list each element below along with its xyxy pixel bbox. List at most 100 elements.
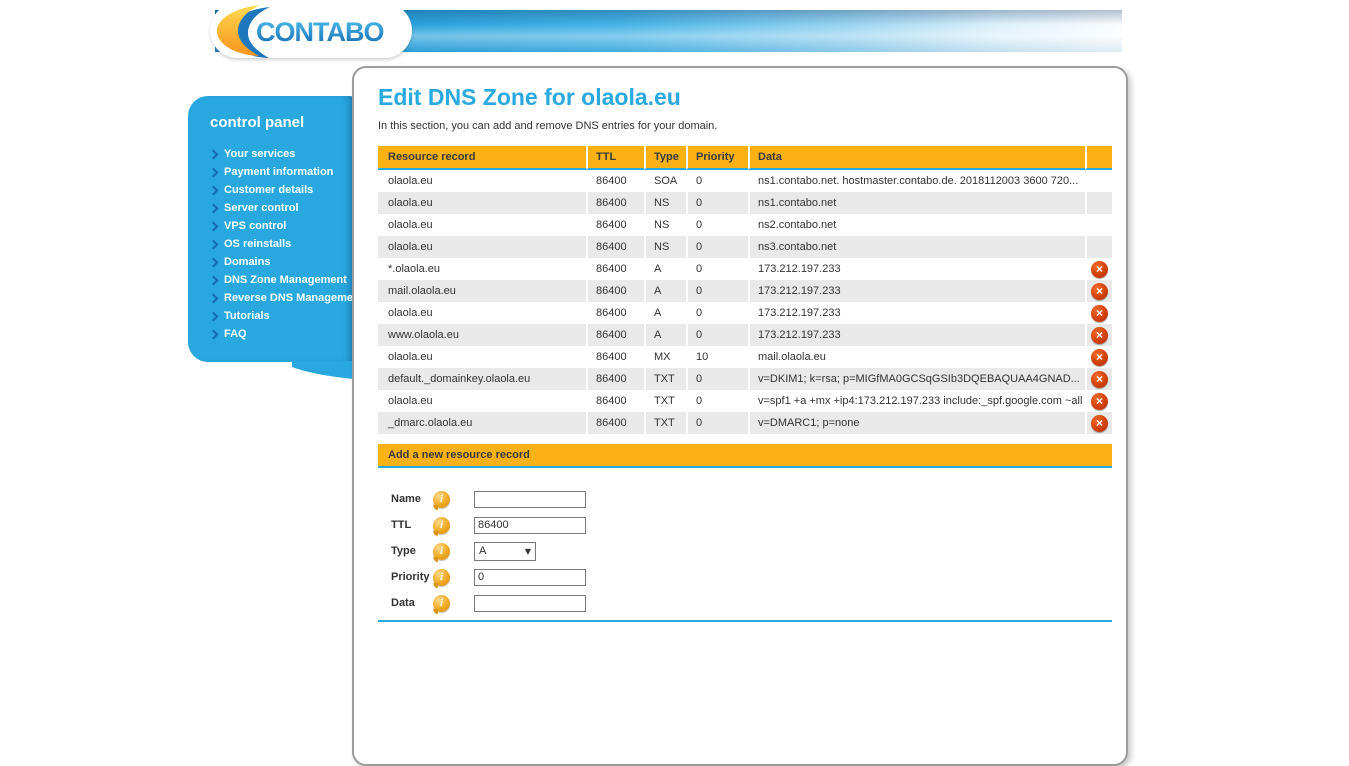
chevron-down-icon: ▼ xyxy=(525,547,531,556)
record-cell: olaola.eu xyxy=(378,346,586,368)
column-header-resource-record: Resource record xyxy=(378,146,586,170)
sidebar-item-payment-information[interactable]: Payment information xyxy=(210,163,354,181)
column-header-data: Data xyxy=(748,146,1085,170)
form-row-ttl: TTL i xyxy=(391,516,1112,534)
record-cell: olaola.eu xyxy=(378,390,586,412)
page-subtitle: In this section, you can add and remove … xyxy=(378,120,1112,132)
ttl-cell: 86400 xyxy=(586,258,644,280)
sidebar-item-label: Reverse DNS Management xyxy=(224,292,363,304)
priority-cell: 0 xyxy=(686,192,748,214)
delete-record-button[interactable]: × xyxy=(1091,371,1108,388)
dns-record-row: olaola.eu 86400 MX 10 mail.olaola.eu × xyxy=(378,346,1112,368)
sidebar-item-tutorials[interactable]: Tutorials xyxy=(210,307,354,325)
sidebar-item-faq[interactable]: FAQ xyxy=(210,325,354,343)
record-cell: olaola.eu xyxy=(378,236,586,258)
type-select[interactable]: A ▼ xyxy=(474,542,536,561)
delete-record-button[interactable]: × xyxy=(1091,349,1108,366)
name-field[interactable] xyxy=(474,491,586,508)
chevron-right-icon xyxy=(209,149,219,159)
sidebar-menu: Your services Payment information Custom… xyxy=(188,145,354,343)
sidebar-item-label: Your services xyxy=(224,148,295,160)
chevron-right-icon xyxy=(209,275,219,285)
add-record-section-header: Add a new resource record xyxy=(378,444,1112,468)
info-icon[interactable]: i xyxy=(433,491,450,508)
data-cell: 173.212.197.233 xyxy=(748,302,1085,324)
sidebar-item-label: FAQ xyxy=(224,328,247,340)
type-label: Type xyxy=(391,545,433,557)
chevron-right-icon xyxy=(209,239,219,249)
dns-record-row: www.olaola.eu 86400 A 0 173.212.197.233 … xyxy=(378,324,1112,346)
data-cell: 173.212.197.233 xyxy=(748,324,1085,346)
data-cell: mail.olaola.eu xyxy=(748,346,1085,368)
actions-cell: × xyxy=(1085,324,1112,346)
delete-record-button[interactable]: × xyxy=(1091,283,1108,300)
type-cell: A xyxy=(644,280,686,302)
form-row-name: Name i xyxy=(391,490,1112,508)
actions-cell xyxy=(1085,214,1112,236)
record-cell: www.olaola.eu xyxy=(378,324,586,346)
delete-record-button[interactable]: × xyxy=(1091,261,1108,278)
data-cell: ns1.contabo.net xyxy=(748,192,1085,214)
record-cell: _dmarc.olaola.eu xyxy=(378,412,586,434)
actions-cell: × xyxy=(1085,412,1112,434)
sidebar-item-label: Domains xyxy=(224,256,270,268)
ttl-cell: 86400 xyxy=(586,280,644,302)
dns-record-row: olaola.eu 86400 NS 0 ns3.contabo.net xyxy=(378,236,1112,258)
dns-records-table: Resource record TTL Type Priority Data o… xyxy=(378,146,1112,434)
actions-cell xyxy=(1085,170,1112,192)
delete-record-button[interactable]: × xyxy=(1091,393,1108,410)
type-cell: A xyxy=(644,324,686,346)
sidebar-title: control panel xyxy=(210,114,354,131)
sidebar-item-server-control[interactable]: Server control xyxy=(210,199,354,217)
dns-record-row: default._domainkey.olaola.eu 86400 TXT 0… xyxy=(378,368,1112,390)
delete-record-button[interactable]: × xyxy=(1091,305,1108,322)
dns-zone-panel: Edit DNS Zone for olaola.eu In this sect… xyxy=(352,66,1128,766)
ttl-cell: 86400 xyxy=(586,236,644,258)
delete-record-button[interactable]: × xyxy=(1091,415,1108,432)
sidebar-item-your-services[interactable]: Your services xyxy=(210,145,354,163)
sidebar-item-label: DNS Zone Management xyxy=(224,274,347,286)
info-icon[interactable]: i xyxy=(433,595,450,612)
delete-record-button[interactable]: × xyxy=(1091,327,1108,344)
priority-cell: 0 xyxy=(686,214,748,236)
type-cell: NS xyxy=(644,236,686,258)
data-cell: ns3.contabo.net xyxy=(748,236,1085,258)
sidebar-item-os-reinstalls[interactable]: OS reinstalls xyxy=(210,235,354,253)
priority-cell: 0 xyxy=(686,280,748,302)
info-icon[interactable]: i xyxy=(433,517,450,534)
info-icon[interactable]: i xyxy=(433,543,450,560)
priority-cell: 0 xyxy=(686,236,748,258)
chevron-right-icon xyxy=(209,203,219,213)
dns-record-row: *.olaola.eu 86400 A 0 173.212.197.233 × xyxy=(378,258,1112,280)
dns-record-row: olaola.eu 86400 TXT 0 v=spf1 +a +mx +ip4… xyxy=(378,390,1112,412)
priority-field[interactable] xyxy=(474,569,586,586)
sidebar-item-vps-control[interactable]: VPS control xyxy=(210,217,354,235)
info-icon[interactable]: i xyxy=(433,569,450,586)
sidebar-item-label: OS reinstalls xyxy=(224,238,291,250)
ttl-label: TTL xyxy=(391,519,433,531)
name-label: Name xyxy=(391,493,433,505)
sidebar-item-label: Customer details xyxy=(224,184,313,196)
actions-cell: × xyxy=(1085,390,1112,412)
ttl-cell: 86400 xyxy=(586,412,644,434)
data-cell: ns2.contabo.net xyxy=(748,214,1085,236)
sidebar-item-label: Tutorials xyxy=(224,310,270,322)
actions-cell: × xyxy=(1085,346,1112,368)
sidebar-item-label: VPS control xyxy=(224,220,286,232)
form-row-data: Data i xyxy=(391,594,1112,612)
contabo-logo[interactable]: CONTABO xyxy=(210,3,412,58)
priority-cell: 0 xyxy=(686,390,748,412)
record-cell: mail.olaola.eu xyxy=(378,280,586,302)
data-field[interactable] xyxy=(474,595,586,612)
sidebar-item-dns-zone-management[interactable]: DNS Zone Management xyxy=(210,271,354,289)
sidebar-item-reverse-dns-management[interactable]: Reverse DNS Management xyxy=(210,289,354,307)
ttl-cell: 86400 xyxy=(586,214,644,236)
actions-cell xyxy=(1085,236,1112,258)
sidebar-item-customer-details[interactable]: Customer details xyxy=(210,181,354,199)
sidebar-item-domains[interactable]: Domains xyxy=(210,253,354,271)
data-cell: v=DMARC1; p=none xyxy=(748,412,1085,434)
chevron-right-icon xyxy=(209,329,219,339)
chevron-right-icon xyxy=(209,221,219,231)
priority-cell: 0 xyxy=(686,368,748,390)
ttl-field[interactable] xyxy=(474,517,586,534)
